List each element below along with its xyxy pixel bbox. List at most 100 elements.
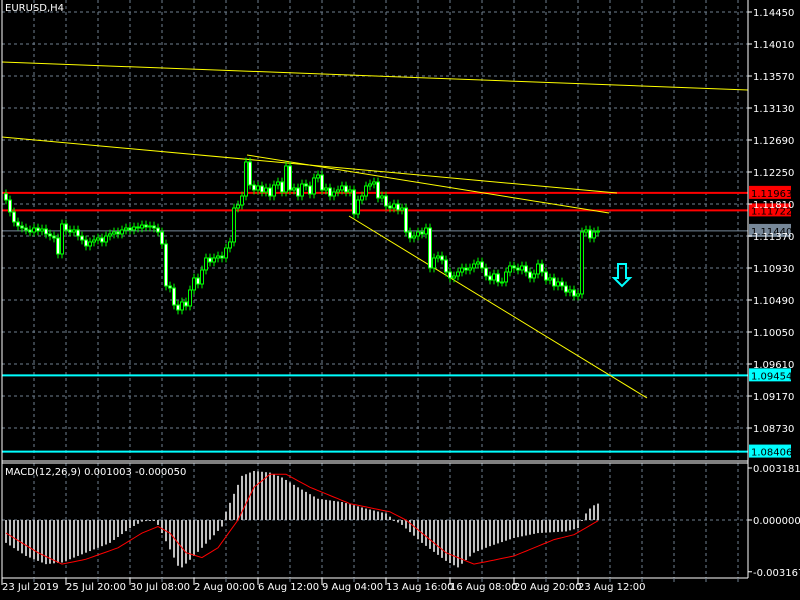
macd-histogram-bar (289, 482, 291, 520)
candle-bear (408, 231, 412, 239)
macd-histogram-bar (45, 520, 47, 565)
candle-bear (84, 239, 88, 247)
macd-histogram-bar (49, 520, 51, 564)
macd-histogram-bar (301, 489, 303, 520)
macd-histogram-bar (153, 520, 155, 521)
price-chart[interactable]: 1.119631.117221.114401.094541.08406 1.14… (0, 0, 800, 600)
candle-bull (200, 269, 204, 285)
macd-histogram-bar (421, 520, 423, 543)
trendline (1, 61, 749, 91)
candle-bull (60, 223, 64, 255)
candle-bull (204, 257, 208, 271)
macd-histogram-bar (405, 520, 407, 529)
candle-bear (288, 165, 292, 191)
macd-histogram-bar (41, 520, 43, 563)
macd-histogram-bar (77, 520, 79, 556)
candle-bear (304, 183, 308, 187)
horizontal-lines[interactable]: 1.119631.117221.114401.094541.08406 (2, 185, 792, 459)
candle-bull (536, 263, 540, 275)
macd-histogram-bar (489, 520, 491, 547)
macd-histogram-bar (361, 507, 363, 520)
candle-bear (560, 281, 564, 287)
macd-histogram-bar (57, 520, 59, 563)
macd-histogram-bar (389, 516, 391, 520)
macd-histogram-bar (401, 520, 403, 525)
candle-bull (492, 273, 496, 281)
candle-bear (444, 259, 448, 273)
macd-histogram-bar (205, 520, 207, 544)
macd-histogram-bar (113, 520, 115, 540)
candle-bear (448, 271, 452, 279)
macd-histogram-bar (425, 520, 427, 546)
macd-histogram-bar (397, 520, 399, 523)
macd-histogram-bar (117, 520, 119, 538)
price-tag-label: 1.11963 (751, 189, 792, 200)
time-label: 16 Aug 08:00 (450, 582, 518, 593)
macd-histogram-bar (457, 520, 459, 568)
candle-bull (436, 255, 440, 259)
macd-histogram-bar (133, 520, 135, 526)
candle-bear (552, 277, 556, 287)
time-label: 9 Aug 04:00 (322, 582, 384, 593)
candle-bear (268, 187, 272, 197)
candle-bear (48, 233, 52, 237)
macd-histogram-bar (229, 502, 231, 520)
macd-histogram-bar (309, 494, 311, 520)
macd-histogram-bar (357, 506, 359, 520)
macd-histogram-bar (233, 493, 235, 520)
macd-histogram-bar (85, 520, 87, 553)
macd-histogram-bar (37, 520, 39, 561)
candle-bull (432, 257, 436, 269)
candle-bull (356, 199, 360, 215)
candle-bear (464, 267, 468, 271)
macd-tick-label: 0.003181 (753, 464, 800, 475)
candle-bull (556, 281, 560, 287)
macd-histogram-bar (561, 520, 563, 532)
candle-bear (308, 185, 312, 195)
price-tick-label: 1.14010 (753, 40, 794, 51)
candle-bull (336, 189, 340, 193)
candle-bear (376, 181, 380, 199)
candle-bear (64, 223, 68, 231)
macd-histogram-bar (29, 520, 31, 558)
macd-histogram-bar (429, 520, 431, 549)
candle-bull (232, 207, 236, 243)
macd-histogram-bar (305, 491, 307, 520)
candle-bull (132, 226, 136, 231)
macd-histogram-bar (345, 503, 347, 520)
candle-bull (112, 231, 116, 235)
price-tick-label: 1.12690 (753, 136, 794, 147)
candle-bear (196, 277, 200, 285)
grid (2, 0, 748, 578)
macd-histogram-bar (25, 520, 27, 556)
candle-bear (280, 181, 284, 193)
candle-bear (344, 185, 348, 193)
candle-bull (92, 239, 96, 243)
price-tick-label: 1.10930 (753, 264, 794, 275)
macd-title: MACD(12,26,9) 0.001003 -0.000050 (5, 467, 187, 478)
candle-bear (68, 229, 72, 233)
macd-histogram-bar (509, 520, 511, 540)
candle-bear (440, 255, 444, 261)
macd-histogram-bar (533, 520, 535, 534)
candle-bear (100, 237, 104, 243)
macd-histogram-bar (109, 520, 111, 543)
candle-bull (72, 229, 76, 233)
macd-histogram-bar (581, 520, 583, 521)
macd-histogram-bar (469, 520, 471, 557)
macd-histogram-bar (9, 520, 11, 546)
arrow-down-icon[interactable] (611, 263, 633, 288)
macd-histogram-bar (89, 520, 91, 552)
price-tick-label: 1.11810 (753, 200, 794, 211)
macd-histogram-bar (69, 520, 71, 560)
time-label: 23 Jul 2019 (2, 582, 59, 593)
macd-histogram-bar (265, 472, 267, 520)
candle-bear (56, 237, 60, 255)
macd-histogram-bar (549, 520, 551, 533)
candle-bear (156, 227, 160, 233)
macd-histogram-bar (17, 520, 19, 551)
macd-histogram-bar (473, 520, 475, 553)
candle-bull (456, 271, 460, 277)
candle-bull (380, 195, 384, 199)
macd-histogram-bar (433, 520, 435, 552)
